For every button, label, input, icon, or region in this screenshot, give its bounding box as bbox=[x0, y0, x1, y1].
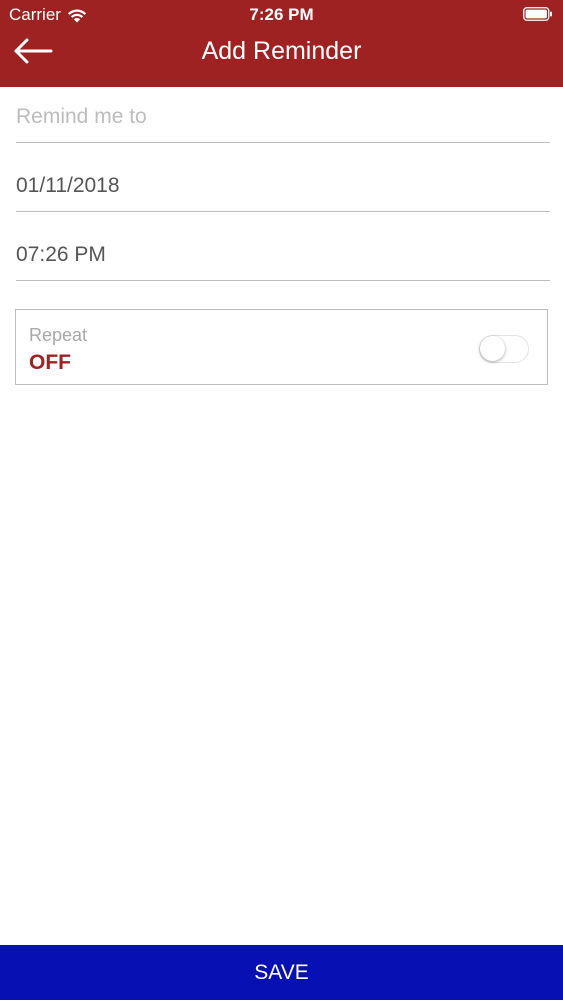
page-title: Add Reminder bbox=[201, 37, 362, 65]
toggle-knob bbox=[480, 336, 505, 361]
battery-icon bbox=[523, 7, 553, 21]
nav-bar: Add Reminder bbox=[0, 30, 563, 87]
repeat-status: OFF bbox=[29, 351, 71, 374]
status-time: 7:26 PM bbox=[249, 5, 314, 24]
arrow-left-icon bbox=[13, 38, 53, 69]
status-bar: Carrier 7:26 PM bbox=[0, 0, 563, 30]
time-value[interactable]: 07:26 PM bbox=[16, 243, 550, 267]
time-field[interactable]: 07:26 PM bbox=[16, 243, 550, 281]
reminder-text-input[interactable] bbox=[16, 105, 550, 129]
repeat-setting: Repeat OFF bbox=[15, 309, 548, 385]
date-value[interactable]: 01/11/2018 bbox=[16, 174, 550, 198]
back-button[interactable] bbox=[10, 36, 56, 70]
app-header: Carrier 7:26 PM Add Reminder bbox=[0, 0, 563, 87]
repeat-toggle[interactable] bbox=[479, 335, 529, 363]
repeat-label: Repeat bbox=[29, 325, 88, 345]
save-button[interactable]: SAVE bbox=[0, 945, 563, 1000]
reminder-text-field[interactable] bbox=[16, 105, 550, 143]
date-field[interactable]: 01/11/2018 bbox=[16, 174, 550, 212]
